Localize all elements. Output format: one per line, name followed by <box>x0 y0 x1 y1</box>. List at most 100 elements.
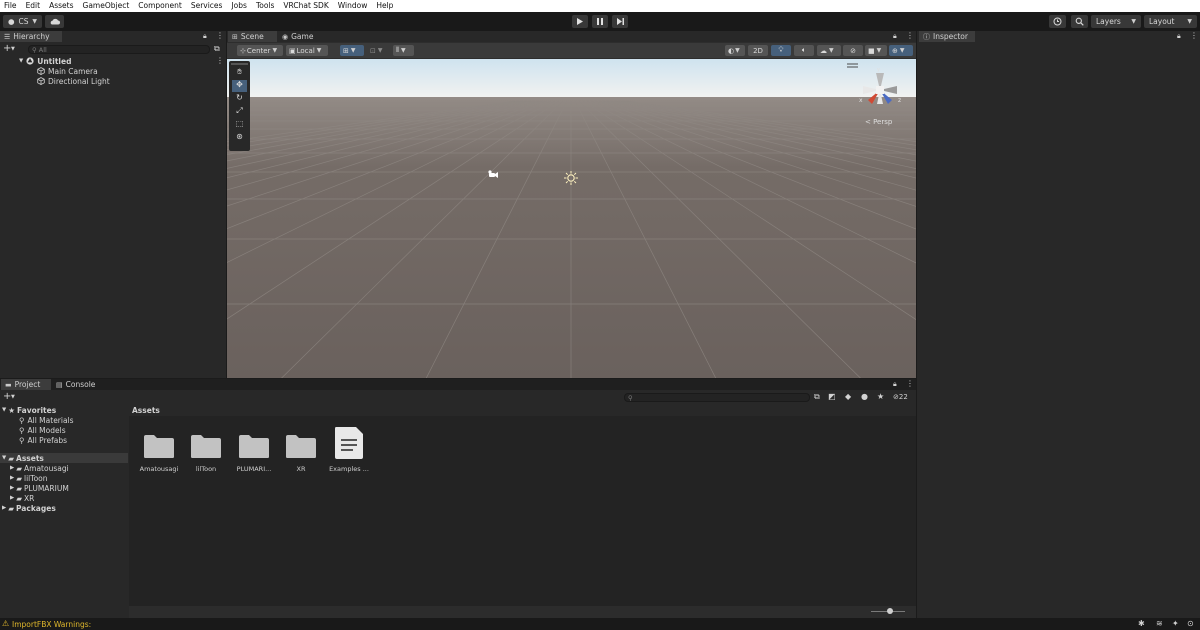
menu-gameobject[interactable]: GameObject <box>83 0 130 12</box>
search-by-label-icon[interactable]: ◩ <box>828 392 836 401</box>
favorites-row[interactable]: ▼ ★ Favorites <box>2 405 56 415</box>
assets-root-row[interactable]: ▼ ▰ Assets <box>0 453 128 463</box>
lighting-toggle-button[interactable]: 💡︎ <box>771 45 791 56</box>
chevron-down-icon[interactable]: ▼ <box>2 455 6 461</box>
increment-snap-button[interactable]: ⊡ ▼ <box>367 45 391 56</box>
pause-button[interactable] <box>592 15 608 28</box>
lock-icon[interactable]: 🔒︎ <box>1177 32 1181 41</box>
packages-row[interactable]: ▶ ▰ Packages <box>2 503 56 513</box>
asset-item-label[interactable]: Amatousagi <box>137 465 181 473</box>
menu-component[interactable]: Component <box>138 0 182 12</box>
asset-item-label[interactable]: Examples ... <box>327 465 371 473</box>
more-options-icon[interactable]: ⋮ <box>1190 31 1198 40</box>
step-button[interactable] <box>612 15 628 28</box>
alert-icon[interactable]: ● <box>861 392 868 401</box>
gizmos-dropdown[interactable]: ⊕ ▼ <box>889 45 913 56</box>
zoom-slider-handle[interactable] <box>887 608 893 614</box>
breadcrumb-assets[interactable]: Assets <box>132 406 160 415</box>
bug-icon[interactable]: ✱ <box>1138 619 1145 628</box>
tab-scene[interactable]: ⊞ Scene <box>228 31 277 42</box>
menu-help[interactable]: Help <box>376 0 393 12</box>
scene-row[interactable]: ▼ Untitled <box>19 56 71 66</box>
move-tool-icon[interactable]: ✥ <box>232 80 247 92</box>
transform-tool-icon[interactable]: ⊛ <box>232 132 247 144</box>
tab-project[interactable]: ▬ Project <box>1 379 51 390</box>
folder-xr[interactable]: ▶ ▰ XR <box>10 493 34 503</box>
hierarchy-item-main-camera[interactable]: Main Camera <box>37 66 98 76</box>
folder-icon[interactable] <box>190 433 222 459</box>
chevron-right-icon[interactable]: ▶ <box>10 495 14 501</box>
rotate-tool-icon[interactable]: ↻ <box>232 93 247 105</box>
search-button[interactable] <box>1071 15 1088 28</box>
chevron-right-icon[interactable]: ▶ <box>10 465 14 471</box>
folder-icon[interactable] <box>285 433 317 459</box>
chevron-right-icon[interactable]: ▶ <box>10 485 14 491</box>
scene-visibility-button[interactable]: ⊘ <box>843 45 863 56</box>
favorite-all-models[interactable]: ⚲ All Models <box>19 425 66 435</box>
document-icon[interactable] <box>333 426 365 460</box>
play-button[interactable] <box>572 15 588 28</box>
hierarchy-item-directional-light[interactable]: Directional Light <box>37 76 110 86</box>
search-by-type-icon[interactable]: ⧉ <box>814 392 820 402</box>
layers-dropdown[interactable]: Layers ▼ <box>1091 15 1141 28</box>
scene-more-icon[interactable]: ⋮ <box>216 56 224 65</box>
menu-vrchat-sdk[interactable]: VRChat SDK <box>283 0 328 12</box>
filter-icon[interactable]: ⧉ <box>214 44 220 54</box>
folder-plumarium[interactable]: ▶ ▰ PLUMARIUM <box>10 483 69 493</box>
tab-hierarchy[interactable]: ☰ Hierarchy <box>0 31 62 42</box>
more-options-icon[interactable]: ⋮ <box>906 31 914 40</box>
perspective-label[interactable]: < Persp <box>865 118 892 126</box>
chevron-right-icon[interactable]: ▶ <box>10 475 14 481</box>
menu-services[interactable]: Services <box>191 0 223 12</box>
menu-jobs[interactable]: Jobs <box>231 0 246 12</box>
star-icon[interactable]: ★ <box>877 392 884 401</box>
tab-inspector[interactable]: ⓘ Inspector <box>919 31 975 42</box>
space-local-dropdown[interactable]: ▣ Local ▼ <box>286 45 328 56</box>
asset-item-label[interactable]: XR <box>279 465 323 473</box>
chevron-down-icon[interactable]: ▼ <box>19 58 23 64</box>
auto-generate-lighting-icon[interactable]: ✦ <box>1172 619 1179 628</box>
undo-history-button[interactable] <box>1049 15 1066 28</box>
menu-file[interactable]: File <box>4 0 17 12</box>
align-button[interactable]: ⫴ ▼ <box>393 45 414 56</box>
grid-snapping-button[interactable]: ⊞ ▼ <box>340 45 364 56</box>
hand-tool-icon[interactable]: ✋︎ <box>232 67 247 79</box>
menu-edit[interactable]: Edit <box>26 0 41 12</box>
palette-handle[interactable] <box>231 63 248 65</box>
menu-window[interactable]: Window <box>338 0 368 12</box>
menu-tools[interactable]: Tools <box>256 0 274 12</box>
chevron-right-icon[interactable]: ▶ <box>2 505 6 511</box>
asset-item-label[interactable]: lilToon <box>184 465 228 473</box>
menu-assets[interactable]: Assets <box>49 0 73 12</box>
scene-viewport[interactable]: x z y < Persp ✋︎ ✥ ↻ ⤢ ⬚ ⊛ <box>227 59 916 378</box>
camera-settings-dropdown[interactable]: ■ ▼ <box>865 45 887 56</box>
scale-tool-icon[interactable]: ⤢ <box>232 106 247 118</box>
lock-icon[interactable]: 🔒︎ <box>203 32 207 41</box>
chevron-down-icon[interactable]: ▼ <box>11 45 15 54</box>
lock-icon[interactable]: 🔒︎ <box>893 380 897 389</box>
effects-dropdown[interactable]: ☁ ▼ <box>817 45 841 56</box>
draw-mode-dropdown[interactable]: ◐ ▼ <box>725 45 745 56</box>
status-warning-message[interactable]: ImportFBX Warnings: <box>12 620 91 629</box>
cache-server-icon[interactable]: ≋ <box>1156 619 1163 628</box>
project-search-input[interactable]: ⚲ <box>624 393 810 402</box>
tag-icon[interactable]: ◆ <box>845 392 851 401</box>
tab-console[interactable]: ▤ Console <box>52 379 102 390</box>
hierarchy-search-input[interactable]: ⚲ All <box>28 45 210 54</box>
chevron-down-icon[interactable]: ▼ <box>2 407 6 413</box>
more-options-icon[interactable]: ⋮ <box>216 31 224 40</box>
scene-view-canvas[interactable]: x z y <box>227 59 916 378</box>
asset-item-label[interactable]: PLUMARI... <box>232 465 276 473</box>
pivot-center-dropdown[interactable]: ⊹ Center ▼ <box>237 45 283 56</box>
chevron-down-icon[interactable]: ▼ <box>11 393 15 402</box>
chevron-down-circle-icon[interactable]: ⊙ <box>1187 619 1194 628</box>
folder-icon[interactable] <box>238 433 270 459</box>
rect-tool-icon[interactable]: ⬚ <box>232 119 247 131</box>
tab-game[interactable]: ◉ Game <box>278 31 318 42</box>
audio-toggle-button[interactable]: 🔈︎ <box>794 45 814 56</box>
folder-liltoon[interactable]: ▶ ▰ lilToon <box>10 473 48 483</box>
account-dropdown[interactable]: ● CS ▼ <box>3 15 42 28</box>
hidden-packages-toggle[interactable]: ⊘22 <box>893 393 908 401</box>
layout-dropdown[interactable]: Layout ▼ <box>1144 15 1197 28</box>
favorite-all-materials[interactable]: ⚲ All Materials <box>19 415 74 425</box>
